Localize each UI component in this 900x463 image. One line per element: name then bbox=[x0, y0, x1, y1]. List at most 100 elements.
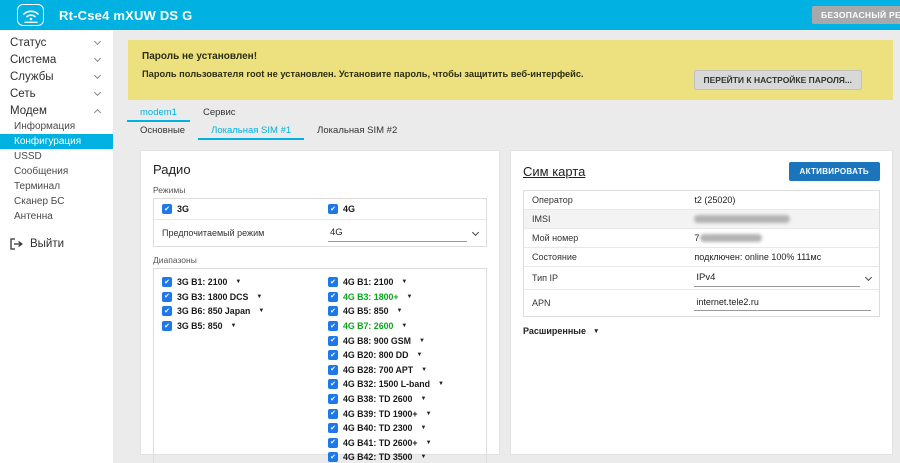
checkbox-icon[interactable] bbox=[162, 321, 172, 331]
checkbox-icon[interactable] bbox=[328, 292, 338, 302]
band-row[interactable]: 4G B1: 2100▼ bbox=[328, 275, 478, 290]
apn-input[interactable]: internet.tele2.ru bbox=[694, 295, 871, 311]
band-row[interactable]: 3G B1: 2100▼ bbox=[162, 275, 312, 290]
sidebar-item-messages[interactable]: Сообщения bbox=[0, 164, 113, 179]
checkbox-icon[interactable] bbox=[162, 292, 172, 302]
checkbox-icon[interactable] bbox=[328, 277, 338, 287]
sim-panel: Сим карта АКТИВИРОВАТЬ Оператор t2 (2502… bbox=[510, 150, 893, 455]
band-dropdown-icon[interactable]: ▼ bbox=[258, 308, 264, 314]
band-dropdown-icon[interactable]: ▼ bbox=[438, 381, 444, 387]
tab-local-sim1[interactable]: Локальная SIM #1 bbox=[198, 123, 304, 140]
sidebar-item-antenna[interactable]: Антенна bbox=[0, 209, 113, 224]
band-dropdown-icon[interactable]: ▼ bbox=[230, 323, 236, 329]
safe-mode-button[interactable]: БЕЗОПАСНЫЙ РЕЖИМ ВЫКЛЮЧЕН bbox=[812, 6, 900, 24]
band-row[interactable]: 4G B39: TD 1900+▼ bbox=[328, 406, 478, 421]
primary-tabs: modem1 Сервис bbox=[113, 105, 249, 122]
band-row[interactable]: 3G B5: 850▼ bbox=[162, 319, 312, 334]
table-row-operator: Оператор t2 (25020) bbox=[524, 191, 879, 210]
tab-service[interactable]: Сервис bbox=[190, 105, 249, 122]
mode-3g-row[interactable]: 3G bbox=[154, 199, 320, 219]
checkbox-icon[interactable] bbox=[328, 423, 338, 433]
checkbox-icon[interactable] bbox=[328, 365, 338, 375]
band-dropdown-icon[interactable]: ▼ bbox=[401, 323, 407, 329]
sidebar-item-configuration[interactable]: Конфигурация bbox=[0, 134, 113, 149]
sidebar-item-status[interactable]: Статус bbox=[0, 34, 113, 51]
row-label: Тип IP bbox=[524, 273, 694, 283]
sim-table: Оператор t2 (25020) IMSI Мой номер 7 Сос… bbox=[523, 190, 880, 317]
band-dropdown-icon[interactable]: ▼ bbox=[419, 338, 425, 344]
band-dropdown-icon[interactable]: ▼ bbox=[235, 279, 241, 285]
band-dropdown-icon[interactable]: ▼ bbox=[256, 294, 262, 300]
table-row-ip-type: Тип IP IPv4 bbox=[524, 267, 879, 290]
band-row[interactable]: 4G B28: 700 APT▼ bbox=[328, 363, 478, 378]
redacted-value bbox=[700, 234, 762, 242]
activate-button[interactable]: АКТИВИРОВАТЬ bbox=[789, 162, 880, 181]
sidebar-item-services[interactable]: Службы bbox=[0, 68, 113, 85]
band-row[interactable]: 4G B3: 1800+▼ bbox=[328, 290, 478, 305]
operator-value: t2 (25020) bbox=[694, 195, 879, 205]
phone-value: 7 bbox=[694, 233, 879, 243]
checkbox-icon[interactable] bbox=[162, 277, 172, 287]
ip-type-select[interactable]: IPv4 bbox=[694, 270, 879, 287]
chevron-down-icon bbox=[94, 55, 101, 62]
sidebar-item-information[interactable]: Информация bbox=[0, 119, 113, 134]
band-dropdown-icon[interactable]: ▼ bbox=[417, 352, 423, 358]
band-dropdown-icon[interactable]: ▼ bbox=[426, 411, 432, 417]
band-row[interactable]: 4G B42: TD 3500▼ bbox=[328, 450, 478, 463]
sidebar-item-label: Сеть bbox=[10, 88, 95, 100]
checkbox-icon[interactable] bbox=[328, 379, 338, 389]
tab-local-sim2[interactable]: Локальная SIM #2 bbox=[304, 123, 410, 140]
band-dropdown-icon[interactable]: ▼ bbox=[420, 425, 426, 431]
checkbox-icon[interactable] bbox=[328, 452, 338, 462]
device-title: Rt-Cse4 mXUW DS G bbox=[59, 8, 192, 23]
checkbox-icon[interactable] bbox=[162, 204, 172, 214]
checkbox-icon[interactable] bbox=[328, 336, 338, 346]
band-row[interactable]: 4G B8: 900 GSM▼ bbox=[328, 333, 478, 348]
band-row[interactable]: 4G B7: 2600▼ bbox=[328, 319, 478, 334]
checkbox-icon[interactable] bbox=[328, 438, 338, 448]
logout-button[interactable]: Выйти bbox=[0, 238, 113, 250]
band-row[interactable]: 4G B32: 1500 L-band▼ bbox=[328, 377, 478, 392]
chevron-down-icon bbox=[865, 273, 872, 280]
band-dropdown-icon[interactable]: ▼ bbox=[421, 367, 427, 373]
checkbox-icon[interactable] bbox=[328, 409, 338, 419]
table-row-state: Состояние подключен: online 100% 111мс bbox=[524, 248, 879, 267]
band-row[interactable]: 3G B3: 1800 DCS▼ bbox=[162, 290, 312, 305]
checkbox-icon[interactable] bbox=[328, 321, 338, 331]
checkbox-icon[interactable] bbox=[328, 204, 338, 214]
sidebar-item-modem[interactable]: Модем bbox=[0, 102, 113, 119]
sidebar-item-ussd[interactable]: USSD bbox=[0, 149, 113, 164]
band-row[interactable]: 4G B20: 800 DD▼ bbox=[328, 348, 478, 363]
mode-4g-row[interactable]: 4G bbox=[320, 199, 486, 219]
band-dropdown-icon[interactable]: ▼ bbox=[401, 279, 407, 285]
checkbox-icon[interactable] bbox=[328, 306, 338, 316]
logout-label: Выйти bbox=[30, 238, 64, 250]
band-dropdown-icon[interactable]: ▼ bbox=[396, 308, 402, 314]
band-row[interactable]: 4G B5: 850▼ bbox=[328, 304, 478, 319]
band-row[interactable]: 4G B40: TD 2300▼ bbox=[328, 421, 478, 436]
band-dropdown-icon[interactable]: ▼ bbox=[420, 454, 426, 460]
band-dropdown-icon[interactable]: ▼ bbox=[426, 440, 432, 446]
tab-basic[interactable]: Основные bbox=[127, 123, 198, 140]
sidebar-item-terminal[interactable]: Терминал bbox=[0, 179, 113, 194]
checkbox-icon[interactable] bbox=[328, 394, 338, 404]
checkbox-icon[interactable] bbox=[162, 306, 172, 316]
checkbox-icon[interactable] bbox=[328, 350, 338, 360]
band-row[interactable]: 4G B38: TD 2600▼ bbox=[328, 392, 478, 407]
chevron-down-icon bbox=[94, 72, 101, 79]
preferred-mode-select[interactable]: 4G bbox=[320, 225, 486, 242]
sidebar-item-system[interactable]: Система bbox=[0, 51, 113, 68]
tab-modem1[interactable]: modem1 bbox=[127, 105, 190, 122]
band-row[interactable]: 4G B41: TD 2600+▼ bbox=[328, 436, 478, 451]
logout-icon bbox=[10, 238, 23, 250]
bands-3g-column: 3G B1: 2100▼ 3G B3: 1800 DCS▼ 3G B6: 850… bbox=[154, 275, 320, 463]
go-to-password-settings-button[interactable]: ПЕРЕЙТИ К НАСТРОЙКЕ ПАРОЛЯ... bbox=[694, 70, 862, 90]
chevron-up-icon bbox=[94, 108, 101, 115]
sidebar-item-network[interactable]: Сеть bbox=[0, 85, 113, 102]
sidebar-item-bs-scanner[interactable]: Сканер БС bbox=[0, 194, 113, 209]
sim-title: Сим карта bbox=[523, 164, 585, 179]
advanced-toggle[interactable]: Расширенные ▼ bbox=[523, 326, 880, 336]
band-dropdown-icon[interactable]: ▼ bbox=[420, 396, 426, 402]
band-row[interactable]: 3G B6: 850 Japan▼ bbox=[162, 304, 312, 319]
band-dropdown-icon[interactable]: ▼ bbox=[407, 294, 413, 300]
